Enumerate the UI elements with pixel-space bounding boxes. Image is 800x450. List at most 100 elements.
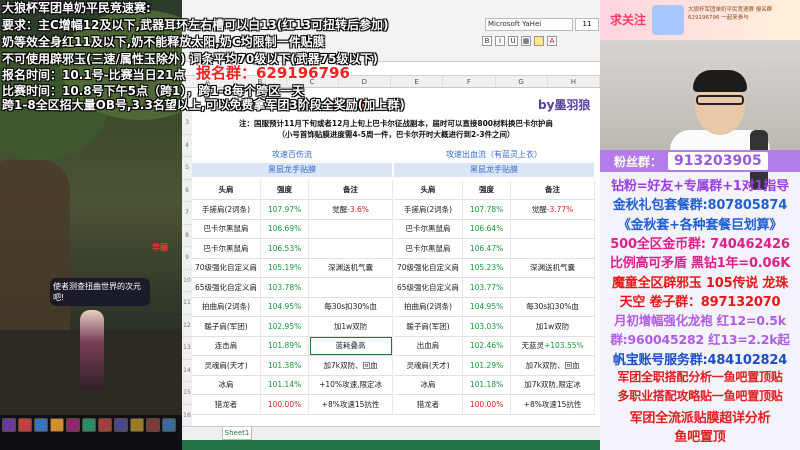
strength-cell[interactable]: 102.46% — [462, 336, 512, 356]
strength-cell[interactable]: 105.19% — [260, 258, 310, 278]
note-cell[interactable]: 无蓝灵+103.55% — [510, 336, 596, 356]
skill-slot[interactable] — [50, 418, 64, 432]
shoulder-name-cell[interactable]: 暖子肩(军团) — [192, 316, 262, 337]
font-name-select[interactable]: Microsoft YaHei — [485, 18, 573, 31]
row-number[interactable]: 13 — [182, 337, 192, 360]
skill-slot[interactable] — [114, 418, 128, 432]
shoulder-name-cell[interactable]: 70级强化自定义肩 — [394, 258, 464, 278]
shoulder-name-cell[interactable]: 拍曲肩(2词条) — [192, 297, 262, 317]
note-cell[interactable]: 每30s扣30%血 — [308, 297, 394, 317]
skill-slot[interactable] — [66, 418, 80, 432]
note-cell[interactable] — [510, 238, 596, 259]
follow-prompt[interactable]: 求关注 — [610, 11, 646, 28]
note-cell[interactable]: 蓝耗叠高 — [308, 336, 394, 356]
skill-slot[interactable] — [18, 418, 32, 432]
fill-color-icon[interactable] — [534, 36, 544, 46]
note-cell[interactable]: +8%攻速15抗性 — [510, 394, 596, 415]
note-cell[interactable]: 觉醒-3.77% — [510, 199, 596, 220]
note-cell[interactable]: +10%攻速,限定冰 — [308, 375, 394, 395]
row-number[interactable]: 3 — [182, 112, 192, 135]
shoulder-name-cell[interactable]: 巴卡尔黑鼠肩 — [192, 219, 262, 239]
column-header[interactable]: H — [548, 76, 600, 87]
strength-cell[interactable]: 106.69% — [260, 219, 310, 239]
border-icon[interactable]: ▦ — [521, 36, 531, 46]
row-number[interactable]: 11 — [182, 292, 192, 315]
skill-slot[interactable] — [146, 418, 160, 432]
column-header-cell[interactable]: 头肩 — [192, 180, 262, 200]
note-cell[interactable]: 觉醒-3.6% — [308, 199, 394, 220]
column-header-cell[interactable]: 强度 — [462, 180, 512, 200]
strength-cell[interactable]: 107.78% — [462, 199, 512, 220]
skill-slot[interactable] — [82, 418, 96, 432]
strength-cell[interactable]: 105.23% — [462, 258, 512, 278]
strength-cell[interactable]: 101.38% — [260, 355, 310, 376]
shoulder-name-cell[interactable]: 巴卡尔黑鼠肩 — [192, 238, 262, 259]
shoulder-name-cell[interactable]: 手搓肩(2词条) — [394, 199, 464, 220]
underline-icon[interactable]: U — [508, 36, 518, 46]
note-cell[interactable]: 加1w双防 — [308, 316, 394, 337]
note-cell[interactable] — [308, 277, 394, 298]
strength-cell[interactable]: 100.00% — [462, 394, 512, 415]
shoulder-name-cell[interactable]: 冰肩 — [192, 375, 262, 395]
note-cell[interactable]: 加1w双防 — [510, 316, 596, 337]
skill-slot[interactable] — [98, 418, 112, 432]
shoulder-name-cell[interactable]: 冰肩 — [394, 375, 464, 395]
note-cell[interactable]: 加7k双防,限定冰 — [510, 375, 596, 395]
font-color-icon[interactable]: A — [547, 36, 557, 46]
shoulder-name-cell[interactable]: 拍曲肩(2词条) — [394, 297, 464, 317]
row-number[interactable]: 12 — [182, 314, 192, 337]
note-cell[interactable]: 加7k双防、回血 — [510, 355, 596, 376]
shoulder-name-cell[interactable]: 手搓肩(2词条) — [192, 199, 262, 220]
skill-slot[interactable] — [130, 418, 144, 432]
shoulder-name-cell[interactable]: 65级强化自定义肩 — [192, 277, 262, 298]
note-cell[interactable]: 加7k双防、回血 — [308, 355, 394, 376]
column-header-cell[interactable]: 头肩 — [394, 180, 464, 200]
strength-cell[interactable]: 106.47% — [462, 238, 512, 259]
note-cell[interactable] — [308, 219, 394, 239]
sheet-tab[interactable]: Sheet1 — [222, 427, 252, 440]
strength-cell[interactable]: 104.95% — [260, 297, 310, 317]
shoulder-name-cell[interactable]: 65级强化自定义肩 — [394, 277, 464, 298]
row-number[interactable]: 15 — [182, 382, 192, 405]
column-header-cell[interactable]: 强度 — [260, 180, 310, 200]
row-number[interactable]: 8 — [182, 224, 192, 247]
strength-cell[interactable]: 107.97% — [260, 199, 310, 220]
row-number[interactable]: 16 — [182, 404, 192, 427]
skill-slot[interactable] — [162, 418, 176, 432]
row-number[interactable]: 10 — [182, 269, 192, 292]
note-cell[interactable] — [308, 238, 394, 259]
italic-icon[interactable]: I — [495, 36, 505, 46]
shoulder-name-cell[interactable]: 猎龙者 — [192, 394, 262, 415]
shoulder-name-cell[interactable]: 出血肩 — [394, 336, 464, 356]
shoulder-name-cell[interactable]: 灵魂肩(天才) — [394, 355, 464, 376]
note-cell[interactable]: 每30s扣30%血 — [510, 297, 596, 317]
shoulder-name-cell[interactable]: 巴卡尔黑鼠肩 — [394, 219, 464, 239]
row-number[interactable]: 5 — [182, 157, 192, 180]
strength-cell[interactable]: 106.53% — [260, 238, 310, 259]
note-cell[interactable] — [510, 219, 596, 239]
note-cell[interactable]: 深渊送机气囊 — [510, 258, 596, 278]
shoulder-name-cell[interactable]: 巴卡尔黑鼠肩 — [394, 238, 464, 259]
strength-cell[interactable]: 103.77% — [462, 277, 512, 298]
strength-cell[interactable]: 101.29% — [462, 355, 512, 376]
row-number[interactable]: 9 — [182, 247, 192, 270]
font-size-select[interactable]: 11 — [575, 18, 599, 31]
strength-cell[interactable]: 102.95% — [260, 316, 310, 337]
note-cell[interactable] — [510, 277, 596, 298]
strength-cell[interactable]: 101.14% — [260, 375, 310, 395]
strength-cell[interactable]: 103.78% — [260, 277, 310, 298]
shoulder-name-cell[interactable]: 70级强化自定义肩 — [192, 258, 262, 278]
strength-cell[interactable]: 103.03% — [462, 316, 512, 337]
column-header-cell[interactable]: 备注 — [308, 180, 394, 200]
strength-cell[interactable]: 101.18% — [462, 375, 512, 395]
column-header-cell[interactable]: 备注 — [510, 180, 596, 200]
column-header[interactable]: E — [391, 76, 444, 87]
row-number[interactable]: 14 — [182, 359, 192, 382]
strength-cell[interactable]: 100.00% — [260, 394, 310, 415]
shoulder-name-cell[interactable]: 灵魂肩(天才) — [192, 355, 262, 376]
row-number[interactable]: 4 — [182, 134, 192, 157]
column-header[interactable]: F — [443, 76, 496, 87]
skill-slot[interactable] — [34, 418, 48, 432]
skill-slot[interactable] — [2, 418, 16, 432]
bold-icon[interactable]: B — [482, 36, 492, 46]
